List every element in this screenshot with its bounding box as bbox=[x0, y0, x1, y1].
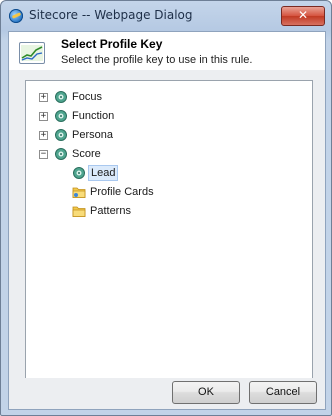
tree-node-lead[interactable]: Lead bbox=[26, 165, 226, 181]
page-title: Select Profile Key bbox=[61, 37, 163, 51]
chart-icon bbox=[19, 42, 45, 64]
cancel-button[interactable]: Cancel bbox=[249, 381, 317, 404]
page-subtitle: Select the profile key to use in this ru… bbox=[61, 54, 253, 66]
tree-node-label-selected: Lead bbox=[88, 165, 119, 181]
tree-node-patterns[interactable]: Patterns bbox=[26, 203, 226, 219]
tree-node-score[interactable]: − Score bbox=[26, 146, 226, 162]
expand-icon[interactable]: + bbox=[39, 112, 48, 121]
close-button[interactable]: ✕ bbox=[281, 6, 325, 26]
tree-node-label: Persona bbox=[72, 129, 113, 141]
profile-key-icon bbox=[55, 148, 67, 160]
tree-node-label: Score bbox=[72, 148, 101, 160]
expand-icon[interactable]: + bbox=[39, 93, 48, 102]
profile-key-icon bbox=[55, 91, 67, 103]
tree-node-persona[interactable]: + Persona bbox=[26, 127, 226, 143]
collapse-icon[interactable]: − bbox=[39, 150, 48, 159]
tree-node-label: Profile Cards bbox=[90, 186, 154, 198]
tree-node-profile-cards[interactable]: Profile Cards bbox=[26, 184, 226, 200]
dialog-body: + Focus + Function + Persona − Score Lea… bbox=[9, 70, 325, 409]
tree-node-focus[interactable]: + Focus bbox=[26, 89, 226, 105]
profile-key-icon bbox=[73, 167, 85, 179]
folder-icon bbox=[72, 187, 86, 198]
dialog-footer: OK Cancel bbox=[9, 378, 325, 409]
ie-app-icon bbox=[9, 9, 23, 23]
title-bar[interactable]: Sitecore -- Webpage Dialog ✕ bbox=[1, 1, 331, 31]
tree-node-label: Function bbox=[72, 110, 115, 122]
dialog-window: Sitecore -- Webpage Dialog ✕ Select Prof… bbox=[0, 0, 332, 416]
folder-icon bbox=[72, 206, 86, 217]
profile-key-tree[interactable]: + Focus + Function + Persona − Score Lea… bbox=[25, 80, 313, 380]
tree-node-function[interactable]: + Function bbox=[26, 108, 226, 124]
tree-node-label: Patterns bbox=[90, 205, 131, 217]
profile-key-icon bbox=[55, 129, 67, 141]
tree-node-label: Focus bbox=[72, 91, 102, 103]
expand-icon[interactable]: + bbox=[39, 131, 48, 140]
window-title: Sitecore -- Webpage Dialog bbox=[29, 8, 193, 22]
ok-button[interactable]: OK bbox=[172, 381, 240, 404]
dialog-header: Select Profile Key Select the profile ke… bbox=[9, 32, 325, 70]
dialog-content: Select Profile Key Select the profile ke… bbox=[8, 31, 326, 410]
profile-key-icon bbox=[55, 110, 67, 122]
